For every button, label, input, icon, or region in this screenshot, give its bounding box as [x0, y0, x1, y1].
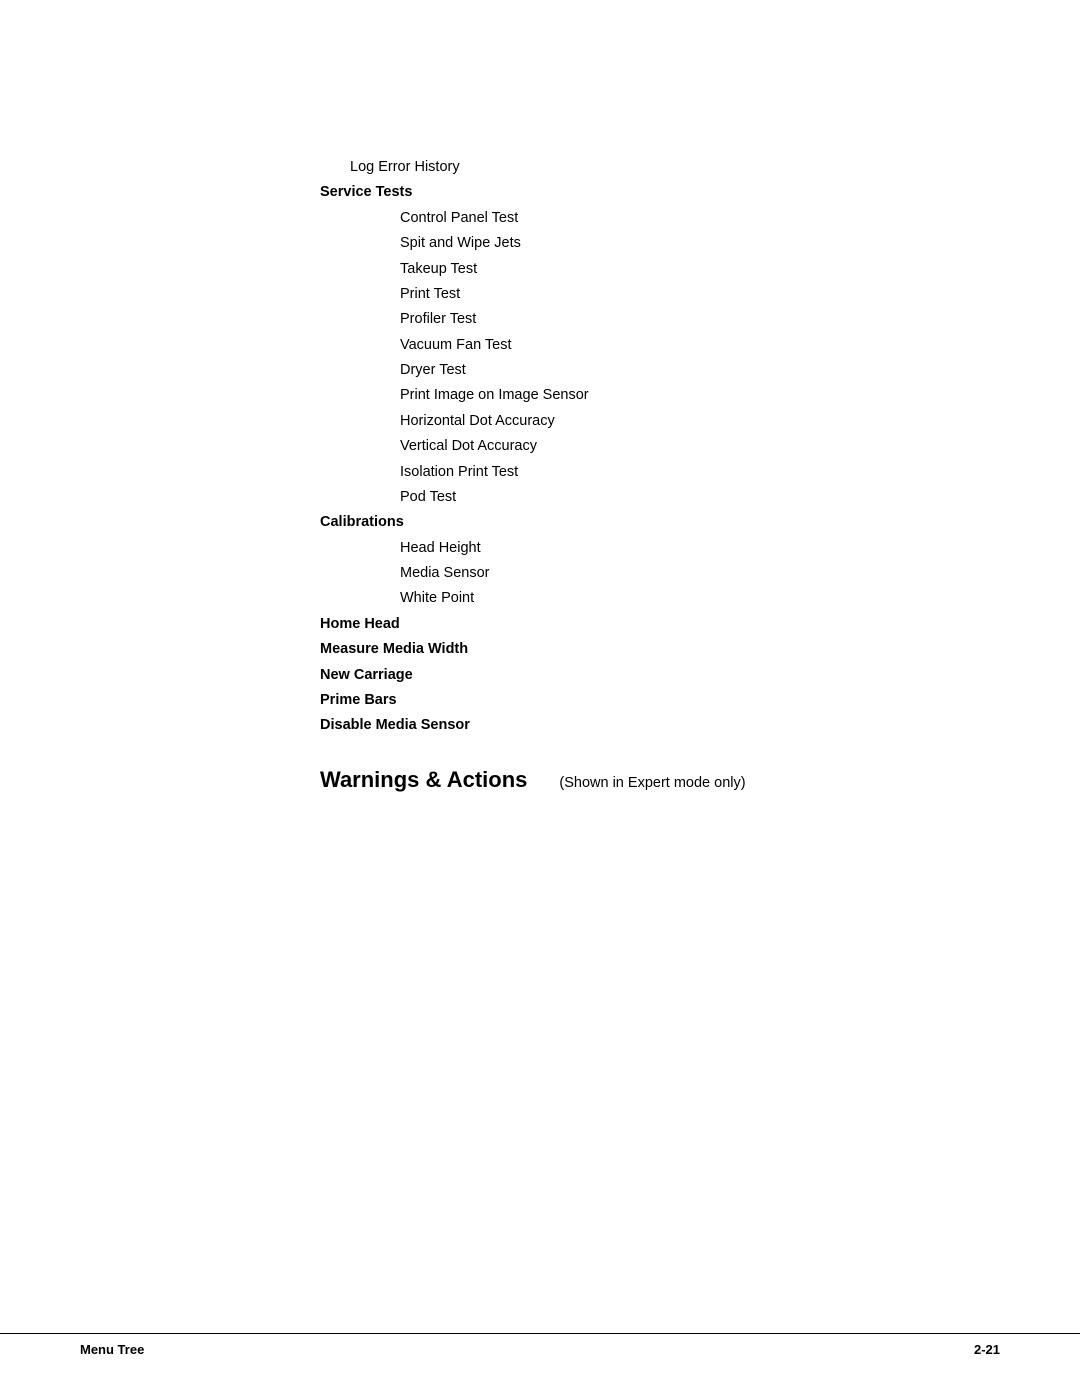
home-head-item: Home Head — [320, 612, 1000, 637]
service-test-vertical-dot: Vertical Dot Accuracy — [320, 434, 1000, 459]
new-carriage-item: New Carriage — [320, 663, 1000, 688]
service-test-dryer: Dryer Test — [320, 358, 1000, 383]
prime-bars-item: Prime Bars — [320, 688, 1000, 713]
calibration-white-point: White Point — [320, 586, 1000, 611]
footer: Menu Tree 2-21 — [0, 1333, 1080, 1357]
content-area: Log Error History Service Tests Control … — [0, 0, 1080, 793]
service-test-takeup: Takeup Test — [320, 257, 1000, 282]
service-test-profiler: Profiler Test — [320, 307, 1000, 332]
service-test-vacuum-fan: Vacuum Fan Test — [320, 333, 1000, 358]
service-test-pod: Pod Test — [320, 485, 1000, 510]
warnings-section: Warnings & Actions (Shown in Expert mode… — [320, 767, 1000, 793]
footer-left-label: Menu Tree — [80, 1342, 144, 1357]
calibration-head-height: Head Height — [320, 536, 1000, 561]
service-test-control-panel: Control Panel Test — [320, 206, 1000, 231]
footer-page-number: 2-21 — [974, 1342, 1000, 1357]
disable-media-sensor-item: Disable Media Sensor — [320, 713, 1000, 738]
calibrations-heading: Calibrations — [320, 510, 1000, 535]
service-tests-heading: Service Tests — [320, 180, 1000, 205]
service-test-isolation: Isolation Print Test — [320, 460, 1000, 485]
warnings-title: Warnings & Actions — [320, 767, 527, 793]
service-test-print-image: Print Image on Image Sensor — [320, 383, 1000, 408]
log-error-history-item: Log Error History — [320, 155, 1000, 180]
service-test-horizontal-dot: Horizontal Dot Accuracy — [320, 409, 1000, 434]
warnings-subtitle: (Shown in Expert mode only) — [559, 775, 745, 791]
service-test-spit-wipe: Spit and Wipe Jets — [320, 231, 1000, 256]
calibration-media-sensor: Media Sensor — [320, 561, 1000, 586]
service-test-print: Print Test — [320, 282, 1000, 307]
page: Log Error History Service Tests Control … — [0, 0, 1080, 1397]
measure-media-width-item: Measure Media Width — [320, 637, 1000, 662]
